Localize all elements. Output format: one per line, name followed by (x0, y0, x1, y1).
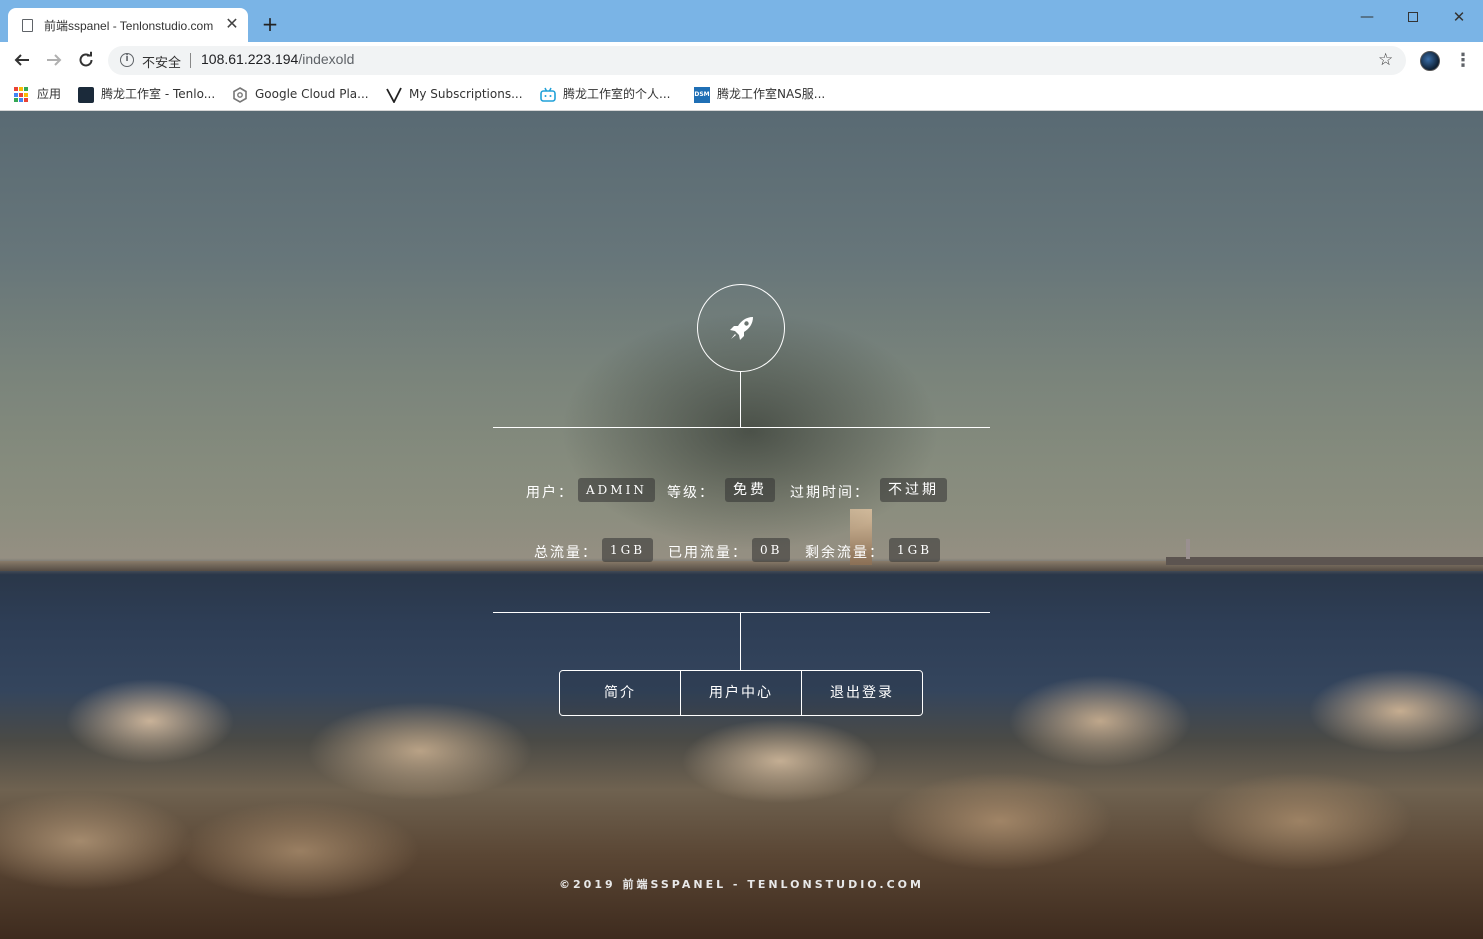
divider-line (493, 427, 990, 428)
account-info-row: 用户： ADMIN 等级： 免费 过期时间： 不过期 (0, 478, 1483, 502)
total-traffic-label: 总流量： (534, 545, 598, 561)
page-icon (22, 19, 33, 32)
remaining-traffic-value: 1GB (889, 538, 941, 562)
close-window-button[interactable]: ✕ (1436, 4, 1482, 30)
url-path: /indexold (298, 51, 355, 67)
nav-button-group: 简介 用户中心 退出登录 (559, 670, 923, 716)
url-host: 108.61.223.194 (201, 51, 299, 67)
security-label[interactable]: 不安全 (142, 52, 181, 71)
bilibili-icon (540, 87, 556, 103)
arrow-right-icon (47, 54, 62, 66)
site-favicon (78, 87, 94, 103)
v-logo-icon (386, 87, 402, 104)
divider-line (493, 612, 990, 613)
address-bar[interactable]: i 不安全 108.61.223.194/indexold ☆ (108, 46, 1406, 75)
user-value: ADMIN (578, 478, 655, 502)
intro-button[interactable]: 简介 (560, 671, 680, 715)
reload-button[interactable] (73, 47, 99, 73)
bookmark-star-icon[interactable]: ☆ (1378, 50, 1393, 70)
used-traffic-label: 已用流量： (668, 545, 748, 561)
rocket-icon (730, 317, 753, 340)
expire-label: 过期时间： (790, 485, 870, 501)
forward-button[interactable] (41, 47, 67, 73)
footer-copyright: ©2019 前端SSPANEL - TENLONSTUDIO.COM (559, 878, 924, 891)
url-text[interactable]: 108.61.223.194/indexold (201, 51, 354, 67)
logout-button[interactable]: 退出登录 (801, 671, 922, 715)
level-label: 等级： (667, 485, 715, 501)
reload-icon (79, 51, 93, 67)
apps-grid-icon (14, 87, 30, 103)
profile-avatar[interactable] (1420, 51, 1440, 71)
bookmarks-bar: 应用 腾龙工作室 - Tenlo... Google Cloud Pla... … (0, 79, 1483, 111)
arrow-left-icon (14, 54, 29, 66)
bookmark-label: 应用 (37, 87, 62, 101)
connector-line (740, 372, 741, 427)
user-label: 用户： (526, 485, 574, 501)
tab-title: 前端sspanel - Tenlonstudio.com (44, 19, 214, 33)
bookmark-label: My Subscriptions... (409, 87, 523, 101)
divider (190, 53, 191, 68)
browser-toolbar: i 不安全 108.61.223.194/indexold ☆ (0, 42, 1483, 79)
browser-titlebar: 前端sspanel - Tenlonstudio.com ✕ + — ✕ (0, 0, 1483, 42)
browser-tab[interactable]: 前端sspanel - Tenlonstudio.com ✕ (8, 8, 248, 42)
back-button[interactable] (9, 47, 35, 73)
user-center-button[interactable]: 用户中心 (680, 671, 801, 715)
traffic-info-row: 总流量： 1GB 已用流量： 0B 剩余流量： 1GB (0, 538, 1483, 562)
minimize-button[interactable]: — (1344, 4, 1390, 30)
level-value: 免费 (725, 478, 775, 502)
bookmark-label: 腾龙工作室NAS服... (717, 87, 826, 101)
maximize-button[interactable] (1390, 4, 1436, 30)
used-traffic-value: 0B (752, 538, 791, 562)
remaining-traffic-label: 剩余流量： (805, 545, 885, 561)
bookmark-label: 腾龙工作室 - Tenlo... (101, 87, 216, 101)
total-traffic-value: 1GB (602, 538, 654, 562)
bookmark-label: Google Cloud Pla... (255, 87, 369, 101)
info-icon[interactable]: i (120, 53, 134, 67)
google-cloud-icon (232, 87, 248, 103)
new-tab-button[interactable]: + (258, 12, 282, 36)
maximize-icon (1408, 12, 1418, 22)
connector-line (740, 613, 741, 670)
expire-value: 不过期 (880, 478, 947, 502)
kebab-menu-icon[interactable]: ⋮ (1454, 49, 1472, 73)
bookmark-label: 腾龙工作室的个人... (563, 87, 671, 101)
tab-close-icon[interactable]: ✕ (224, 14, 240, 34)
page-content: 用户： ADMIN 等级： 免费 过期时间： 不过期 总流量： 1GB 已用流量… (0, 111, 1483, 939)
dsm-icon: DSM (694, 87, 710, 103)
logo-circle (697, 284, 785, 372)
